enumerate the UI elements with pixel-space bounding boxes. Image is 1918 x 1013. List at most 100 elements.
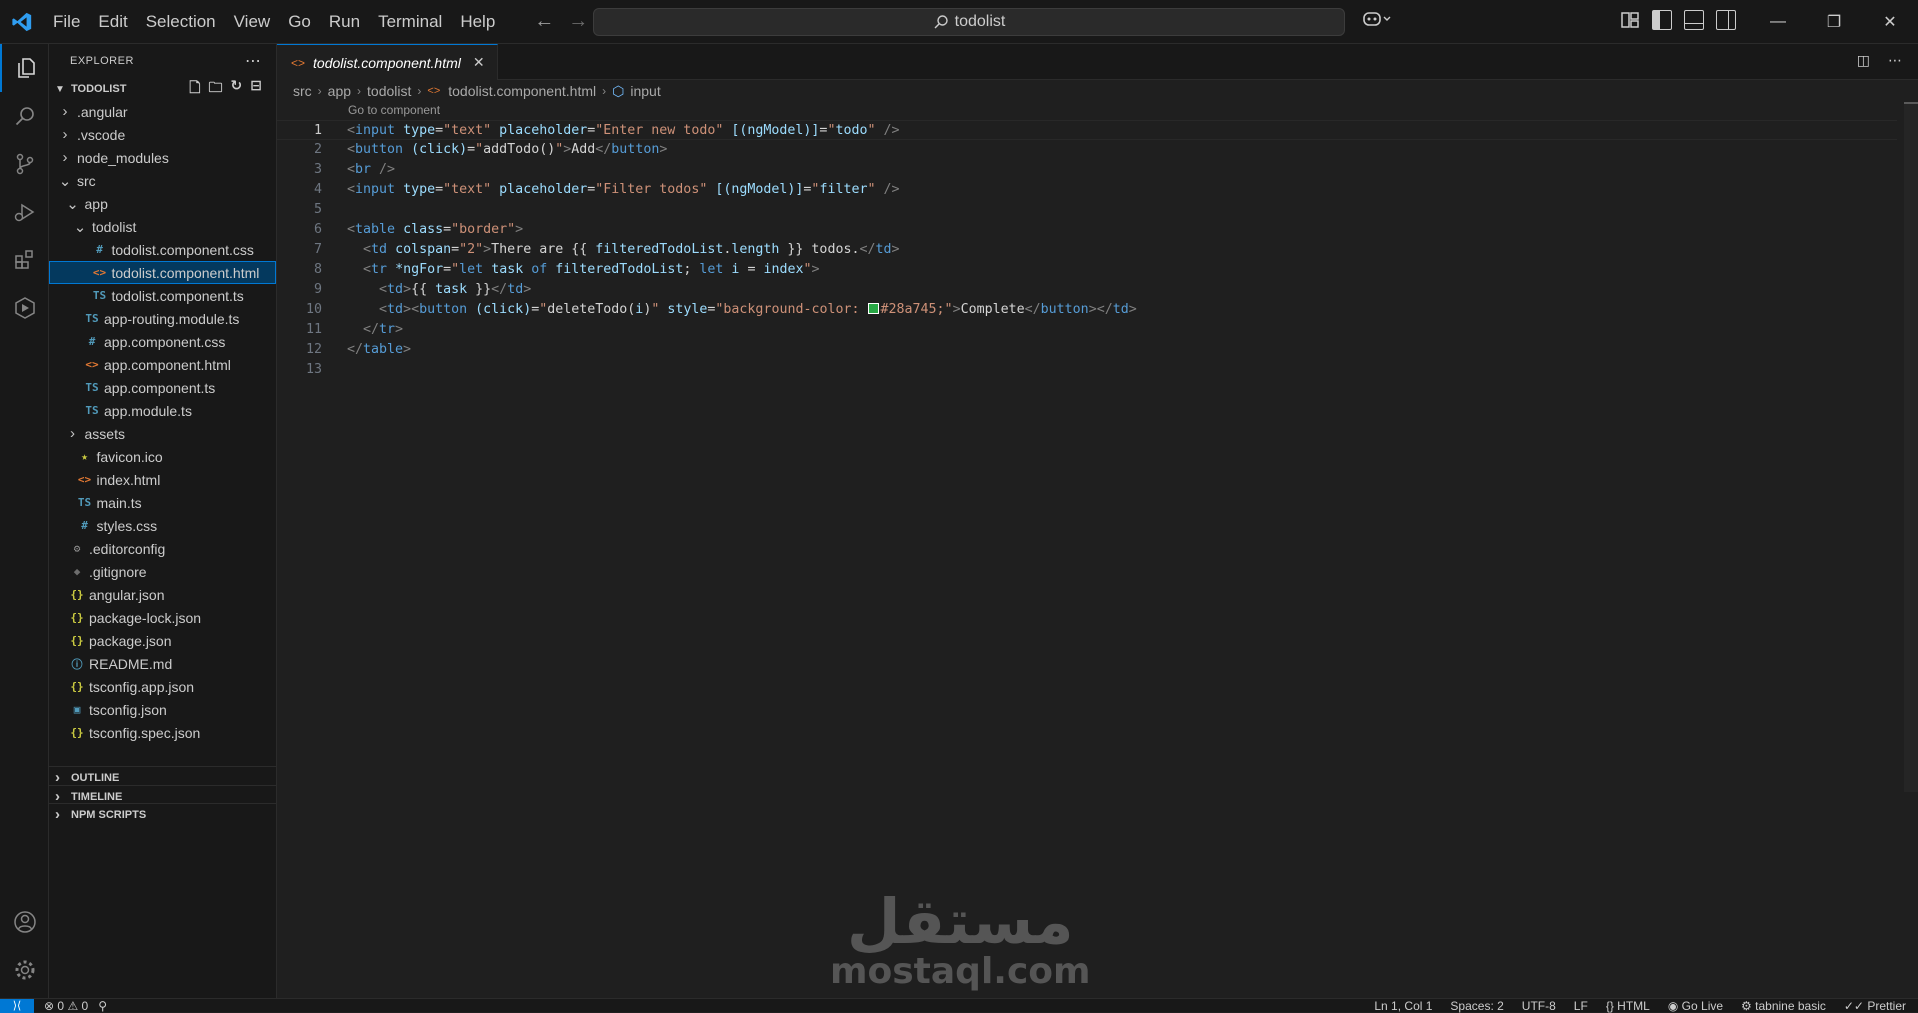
tree-file[interactable]: {} package-lock.json: [49, 606, 276, 629]
more-actions-icon[interactable]: ⋯: [245, 51, 262, 71]
tree-folder[interactable]: ⌄ todolist: [49, 215, 276, 238]
codelens-go-to-component[interactable]: Go to component: [348, 103, 440, 117]
copilot-icon[interactable]: [1362, 10, 1392, 33]
breadcrumb-item[interactable]: src: [293, 83, 312, 99]
tree-file[interactable]: TS app.module.ts: [49, 399, 276, 422]
tree-file[interactable]: {} angular.json: [49, 583, 276, 606]
run-debug-icon[interactable]: [0, 188, 49, 236]
code-line: 5: [277, 200, 1897, 220]
close-window-icon[interactable]: ✕: [1862, 0, 1918, 44]
toggle-secondary-sidebar-icon[interactable]: [1716, 10, 1736, 30]
search-icon[interactable]: [0, 92, 49, 140]
prettier-status[interactable]: ✓✓ Prettier: [1844, 999, 1906, 1013]
tree-file[interactable]: ⓘ README.md: [49, 652, 276, 675]
warning-count: 0: [81, 998, 89, 1013]
close-icon[interactable]: ✕: [473, 54, 485, 71]
split-editor-icon[interactable]: ◫: [1857, 52, 1870, 69]
tabnine-status[interactable]: ⚙ tabnine basic: [1741, 999, 1826, 1013]
tree-folder[interactable]: › .angular: [49, 100, 276, 123]
indentation[interactable]: Spaces: 2: [1450, 999, 1503, 1013]
source-control-icon[interactable]: [0, 140, 49, 188]
tree-folder[interactable]: › .vscode: [49, 123, 276, 146]
breadcrumb-item[interactable]: input: [630, 83, 660, 99]
command-center-search[interactable]: todolist: [593, 8, 1345, 36]
more-actions-icon[interactable]: ⋯: [1888, 52, 1902, 69]
new-file-icon[interactable]: 🗋: [189, 77, 200, 101]
tree-item-label: tsconfig.app.json: [89, 678, 195, 695]
remote-indicator-icon[interactable]: ⟩⟨: [0, 998, 34, 1013]
forward-arrow-icon[interactable]: →: [568, 10, 588, 33]
tree-folder[interactable]: › node_modules: [49, 146, 276, 169]
tree-file[interactable]: ⚙ .editorconfig: [49, 537, 276, 560]
back-arrow-icon[interactable]: ←: [534, 10, 554, 33]
testing-icon[interactable]: [0, 284, 49, 332]
breadcrumb-item[interactable]: app: [328, 83, 351, 99]
end-of-line[interactable]: LF: [1574, 999, 1588, 1013]
tree-file[interactable]: # styles.css: [49, 514, 276, 537]
editor-area: <> todolist.component.html ✕ ◫ ⋯ src › app…: [277, 44, 1918, 998]
menu-file[interactable]: File: [44, 0, 89, 44]
menu-run[interactable]: Run: [320, 0, 369, 44]
css-file-icon: #: [88, 335, 96, 348]
tree-folder[interactable]: ⌄ src: [49, 169, 276, 192]
tree-file[interactable]: <> todolist.component.html: [49, 261, 276, 284]
menu-go[interactable]: Go: [279, 0, 320, 44]
tree-file[interactable]: ★ favicon.ico: [49, 445, 276, 468]
settings-gear-icon[interactable]: [0, 946, 49, 994]
workspace-root[interactable]: ▼ TODOLIST 🗋 🗀 ↻ ⊟: [49, 77, 276, 101]
minimize-icon[interactable]: —: [1750, 0, 1806, 44]
tree-file[interactable]: TS app-routing.module.ts: [49, 307, 276, 330]
menu-help[interactable]: Help: [451, 0, 504, 44]
new-folder-icon[interactable]: 🗀: [209, 77, 223, 101]
tree-file[interactable]: # todolist.component.css: [49, 238, 276, 261]
menu-terminal[interactable]: Terminal: [369, 0, 451, 44]
css-file-icon: #: [96, 243, 103, 256]
extensions-icon[interactable]: [0, 236, 49, 284]
vertical-scrollbar[interactable]: [1904, 102, 1918, 792]
section-npm-scripts[interactable]: › NPM SCRIPTS: [49, 803, 277, 825]
cursor-position[interactable]: Ln 1, Col 1: [1374, 999, 1432, 1013]
tree-file[interactable]: {} tsconfig.app.json: [49, 675, 276, 698]
refresh-icon[interactable]: ↻: [231, 77, 243, 101]
toggle-primary-sidebar-icon[interactable]: [1652, 10, 1672, 30]
tree-file[interactable]: <> app.component.html: [49, 353, 276, 376]
tree-item-label: node_modules: [77, 149, 169, 166]
menu-edit[interactable]: Edit: [89, 0, 136, 44]
tree-file[interactable]: {} tsconfig.spec.json: [49, 721, 276, 744]
menu-selection[interactable]: Selection: [137, 0, 225, 44]
tree-file[interactable]: {} package.json: [49, 629, 276, 652]
problems-indicator[interactable]: ⊗ 0 ⚠ 0: [44, 999, 88, 1013]
restore-icon[interactable]: ❐: [1806, 0, 1862, 44]
tree-folder[interactable]: › assets: [49, 422, 276, 445]
tree-file[interactable]: # app.component.css: [49, 330, 276, 353]
breadcrumb-item[interactable]: todolist.component.html: [448, 83, 596, 99]
tree-folder[interactable]: ⌄ app: [49, 192, 276, 215]
explorer-sidebar: EXPLORER ⋯ ▼ TODOLIST 🗋 🗀 ↻ ⊟ › .angular ›…: [49, 44, 277, 998]
tree-file[interactable]: <> index.html: [49, 468, 276, 491]
ports-icon[interactable]: ⚲: [98, 999, 107, 1013]
code-editor[interactable]: 1 <input type="text" placeholder="Enter n…: [277, 120, 1897, 380]
typescript-file-icon: TS: [92, 289, 107, 302]
go-live-button[interactable]: ◉ Go Live: [1668, 999, 1723, 1013]
tree-item-label: app.module.ts: [104, 402, 192, 419]
tree-file[interactable]: ◆ .gitignore: [49, 560, 276, 583]
chevron-right-icon: ›: [55, 806, 60, 823]
encoding[interactable]: UTF-8: [1522, 999, 1556, 1013]
tree-file[interactable]: TS main.ts: [49, 491, 276, 514]
collapse-all-icon[interactable]: ⊟: [250, 77, 262, 101]
customize-layout-icon[interactable]: [1620, 10, 1640, 30]
menu-view[interactable]: View: [225, 0, 280, 44]
language-mode[interactable]: {} HTML: [1606, 999, 1650, 1013]
tree-item-label: assets: [84, 425, 125, 442]
tree-file[interactable]: ▣ tsconfig.json: [49, 698, 276, 721]
tab-todolist-component-html[interactable]: <> todolist.component.html ✕: [277, 44, 498, 80]
section-label: OUTLINE: [71, 771, 120, 784]
account-icon[interactable]: [0, 898, 49, 946]
tree-file[interactable]: TS app.component.ts: [49, 376, 276, 399]
explorer-header: EXPLORER ⋯: [49, 44, 276, 78]
toggle-panel-icon[interactable]: [1684, 10, 1704, 30]
color-swatch-icon[interactable]: [867, 302, 879, 314]
breadcrumb-item[interactable]: todolist: [367, 83, 411, 99]
explorer-icon[interactable]: [0, 44, 49, 92]
tree-file[interactable]: TS todolist.component.ts: [49, 284, 276, 307]
